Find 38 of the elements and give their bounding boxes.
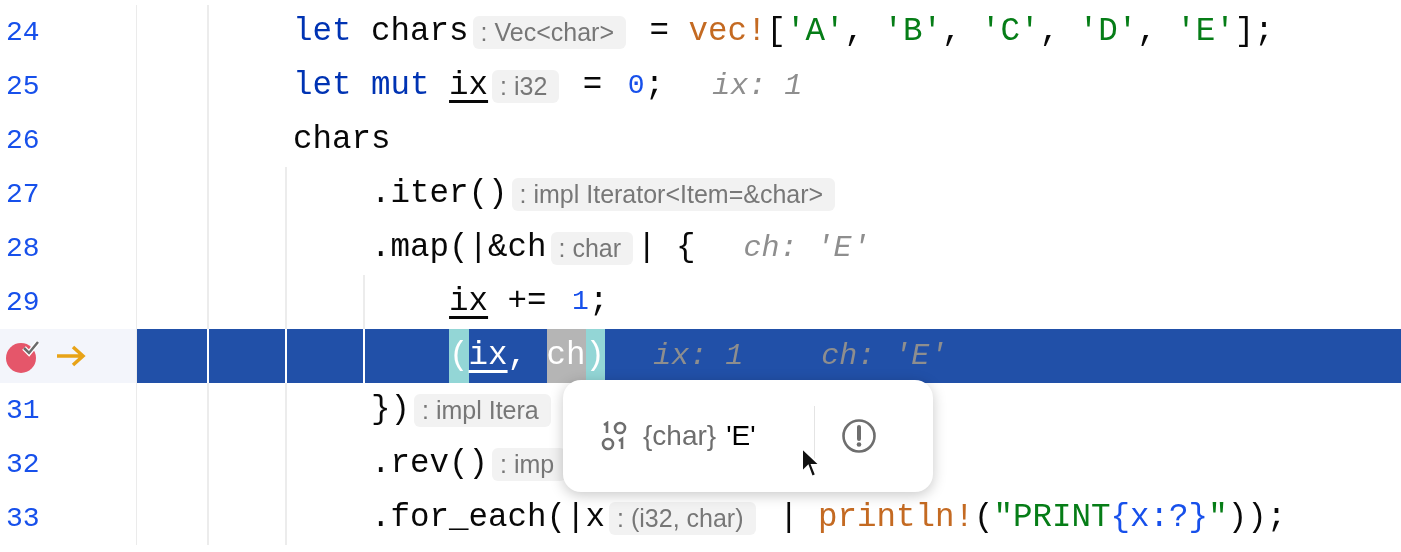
- code-text: = vec!['A', 'B', 'C', 'D', 'E'];: [648, 12, 1274, 52]
- line-number: 33: [5, 502, 40, 534]
- value-type: {char}: [643, 420, 717, 452]
- debug-value: ch: 'E': [821, 339, 948, 373]
- type-hint: : Vec<char>: [472, 15, 626, 49]
- code-text: .for_each(|x: [371, 498, 606, 538]
- code-text: ix += 1;: [449, 282, 609, 322]
- line-number: 28: [5, 232, 40, 264]
- code-text: }): [371, 390, 411, 430]
- debug-value: ix: 1: [653, 339, 744, 373]
- line-number: 24: [5, 16, 40, 48]
- code-text: = 0;: [581, 66, 665, 106]
- line-number: 27: [5, 178, 40, 210]
- breakpoint-icon[interactable]: [5, 338, 41, 374]
- type-hint: : (i32, char): [609, 501, 756, 535]
- code-text: | {: [637, 228, 696, 268]
- code-text: .rev(): [371, 444, 489, 484]
- code-text: let mut ix: [293, 66, 489, 106]
- line-number: 31: [5, 394, 40, 426]
- type-hint: : impl Itera: [414, 393, 551, 427]
- line-number: 29: [5, 286, 40, 318]
- code-text: .iter(): [371, 174, 508, 214]
- code-text: chars: [293, 120, 391, 160]
- value-text: 'E': [726, 420, 756, 452]
- line-number: 32: [5, 448, 40, 480]
- code-text: | println!("PRINT{x:?}"));: [778, 498, 1287, 538]
- line-number: 26: [5, 124, 40, 156]
- binary-icon: [601, 421, 629, 451]
- type-hint: : i32: [492, 69, 560, 103]
- code-text: (ix, ch): [449, 329, 606, 383]
- code-text: let chars: [293, 12, 469, 52]
- type-hint: : impl Iterator<Item=&char>: [511, 177, 836, 211]
- debug-value: ix: 1: [712, 69, 803, 103]
- exclamation-icon[interactable]: [840, 418, 877, 454]
- debug-value: ch: 'E': [743, 231, 870, 265]
- line-number: 25: [5, 70, 40, 102]
- code-text: .map(|&ch: [371, 228, 547, 268]
- type-hint: : char: [550, 231, 634, 265]
